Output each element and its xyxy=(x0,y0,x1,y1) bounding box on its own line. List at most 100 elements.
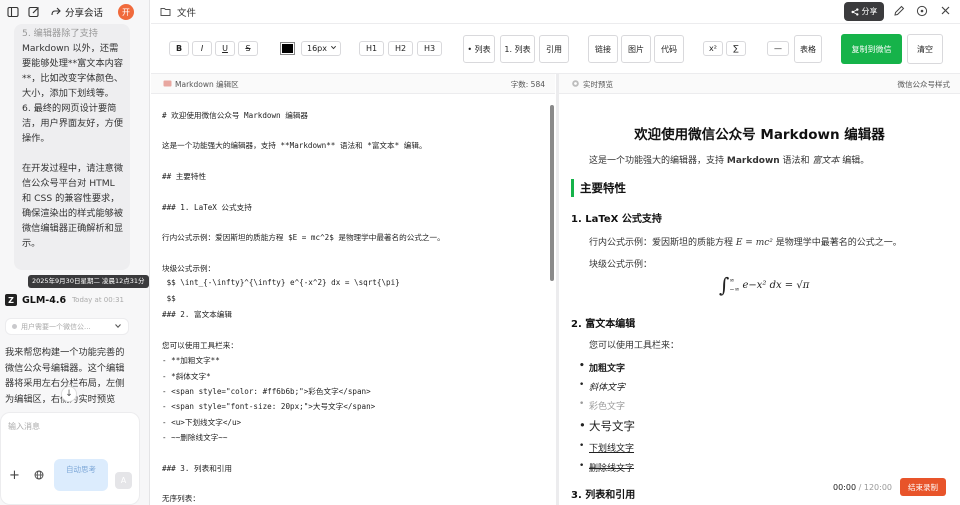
editor-line: ### 1. LaTeX 公式支持 xyxy=(162,203,252,212)
color-swatch-fill xyxy=(282,44,293,53)
globe-icon[interactable] xyxy=(34,470,44,483)
recording-total: / 120:00 xyxy=(858,483,892,492)
editor-line: ### 3. 列表和引用 xyxy=(162,464,232,473)
editor-line: - <span style="color: #ff6b6b;">彩色文字</sp… xyxy=(162,387,371,396)
preview-heading-3: 3. 列表和引用 xyxy=(571,490,636,501)
chat-panel: 分享会话 开 5. 编辑器除了支持 Markdown 以外，还需 要能够处理**… xyxy=(0,0,150,505)
editor-pane-title: Markdown 编辑区 xyxy=(175,80,239,89)
divider-button[interactable]: — xyxy=(767,41,789,56)
block-formula: ∫ ∞ −∞ e−x² dx = √π xyxy=(719,275,809,295)
superscript-button[interactable]: x² xyxy=(703,41,723,56)
new-chat-icon[interactable] xyxy=(26,4,42,20)
intro-bold: Markdown xyxy=(726,156,780,166)
editor-line: $$ xyxy=(162,294,176,303)
italic-button[interactable]: I xyxy=(192,41,212,56)
preview-block-label: 块级公式示例： xyxy=(589,260,653,270)
editor-scrollbar[interactable] xyxy=(550,105,554,281)
close-icon[interactable] xyxy=(940,5,951,19)
clear-button[interactable]: 清空 xyxy=(907,34,943,64)
scroll-to-bottom-button[interactable]: ↓ xyxy=(61,386,77,402)
font-size-select[interactable]: 16px xyxy=(301,41,341,56)
image-button[interactable]: 图片 xyxy=(621,35,651,63)
preview-intro: 这是一个功能强大的编辑器，支持 Markdown 语法和 富文本 编辑。 xyxy=(589,153,869,166)
preview-item-strike: 删除线文字 xyxy=(579,461,634,474)
intro-text: 这是一个功能强大的编辑器，支持 xyxy=(589,156,727,166)
editor-line: ## 主要特性 xyxy=(162,172,207,181)
recording-elapsed: 00:00 xyxy=(833,483,857,492)
preview-pane-header: 实时预览 微信公众号样式 xyxy=(559,74,960,94)
h3-button[interactable]: H3 xyxy=(417,41,442,56)
copy-label: 复制到微信 xyxy=(851,44,892,54)
sidebar-toggle-icon[interactable] xyxy=(5,4,21,20)
thinking-collapsible[interactable]: 用户需要一个微信公... xyxy=(5,318,129,335)
user-message-line: **，比如改变字体颜色、 xyxy=(22,73,124,84)
thinking-summary: 用户需要一个微信公... xyxy=(21,322,91,331)
user-message-line: 信公众号平台对 HTML xyxy=(22,178,115,189)
send-button[interactable]: A xyxy=(115,472,132,489)
stop-recording-button[interactable]: 结束录制 xyxy=(900,478,946,496)
compass-icon[interactable] xyxy=(916,5,928,20)
user-message-line: 要能够处理**富文本内容 xyxy=(22,58,124,69)
link-button[interactable]: 链接 xyxy=(588,35,618,63)
preview-item-big: 大号文字 xyxy=(579,418,635,434)
message-input[interactable]: 输入消息 xyxy=(8,421,40,432)
editor-line: - <u>下划线文字</u> xyxy=(162,418,242,427)
intro-italic: 富文本 xyxy=(812,156,840,166)
file-icon xyxy=(160,6,171,20)
markdown-icon xyxy=(163,79,172,90)
h2-button[interactable]: H2 xyxy=(388,41,413,56)
quote-button[interactable]: 引用 xyxy=(539,35,569,63)
preview-heading-1: 欢迎使用微信公众号 Markdown 编辑器 xyxy=(634,127,885,143)
user-message-line: 5. 编辑器除了支持 xyxy=(22,28,98,39)
preview-item-underline: 下划线文字 xyxy=(579,441,634,454)
strikethrough-button[interactable]: S xyxy=(238,41,258,56)
inline-formula-text: 是物理学中最著名的公式之一。 xyxy=(772,238,902,248)
user-message-line: 微信编辑器正确解析和显 xyxy=(22,223,124,234)
chevron-down-icon xyxy=(114,322,122,332)
preview-inline-formula-line: 行内公式示例：爱因斯坦的质能方程 E = mc² 是物理学中最著名的公式之一。 xyxy=(589,235,902,248)
app-header: 文件 分享 xyxy=(151,0,960,24)
table-button[interactable]: 表格 xyxy=(794,35,822,63)
editor-pane-header: Markdown 编辑区 字数: 584 xyxy=(151,74,555,94)
timestamp-tooltip: 2025年9月30日星期二 凌晨12点31分 xyxy=(28,275,149,288)
reply-line: 我来帮您构建一个功能完善的 xyxy=(5,347,125,358)
user-message-line: 大小，添加下划线等。 xyxy=(22,88,114,99)
user-message-bubble: 5. 编辑器除了支持 Markdown 以外，还需 要能够处理**富文本内容 *… xyxy=(14,24,130,270)
preview-heading-3: 2. 富文本编辑 xyxy=(571,319,636,330)
code-button[interactable]: 代码 xyxy=(654,35,684,63)
numbered-list-button[interactable]: 1. 列表 xyxy=(500,35,535,63)
underline-button[interactable]: U xyxy=(215,41,235,56)
lower-limit: −∞ xyxy=(729,286,740,293)
h1-button[interactable]: H1 xyxy=(359,41,384,56)
user-avatar[interactable]: 开 xyxy=(118,4,134,20)
thinking-dot-icon xyxy=(12,324,17,329)
model-header: Z GLM-4.6 Today at 00:31 xyxy=(5,294,124,306)
integral-limits: ∞ −∞ xyxy=(729,276,739,294)
inline-formula: E = mc² xyxy=(735,238,773,248)
share-conversation-label: 分享会话 xyxy=(65,8,104,19)
preview-item-bold: 加粗文字 xyxy=(579,361,625,374)
copy-to-wechat-button[interactable]: 复制到微信 xyxy=(841,34,902,64)
edit-icon[interactable] xyxy=(893,5,905,20)
preview-style-label: 微信公众号样式 xyxy=(897,80,951,89)
plus-icon[interactable]: + xyxy=(9,468,20,483)
share-button[interactable]: 分享 xyxy=(844,2,884,21)
share-label: 分享 xyxy=(861,7,878,16)
text-color-picker[interactable] xyxy=(280,42,295,55)
user-message-line: 确保渲染出的样式能够被 xyxy=(22,208,124,219)
upper-limit: ∞ xyxy=(729,277,735,284)
auto-think-toggle[interactable]: 自动思考 xyxy=(54,459,108,491)
preview-item-italic: 斜体文字 xyxy=(579,380,625,393)
message-input-box[interactable]: 输入消息 + 自动思考 A xyxy=(0,412,140,505)
inline-formula-text: 行内公式示例：爱因斯坦的质能方程 xyxy=(589,238,736,248)
bullet-list-button[interactable]: • 列表 xyxy=(463,35,495,63)
share-conversation-button[interactable]: 分享会话 xyxy=(51,5,103,19)
font-size-value: 16px xyxy=(307,44,327,53)
formula-button[interactable]: ∑ xyxy=(726,41,746,56)
bold-button[interactable]: B xyxy=(169,41,189,56)
file-menu[interactable]: 文件 xyxy=(177,5,196,19)
editor-line: 行内公式示例：爱因斯坦的质能方程 $E = mc^2$ 是物理学中最著名的公式之… xyxy=(162,233,445,242)
chevron-down-icon xyxy=(330,44,337,53)
markdown-editor[interactable]: # 欢迎使用微信公众号 Markdown 编辑器 这是一个功能强大的编辑器，支持… xyxy=(151,95,555,505)
